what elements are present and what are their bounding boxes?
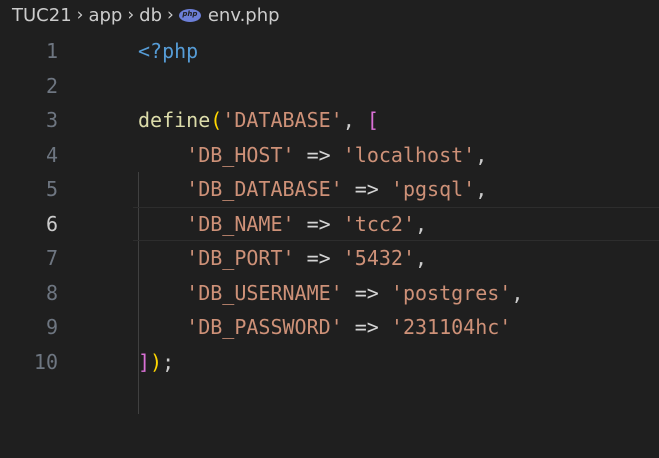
line-content: 'DB_PASSWORD' => '231104hc' [186,315,512,339]
code-line[interactable]: 5 'DB_DATABASE' => 'pgsql', [0,172,659,207]
array-key: 'DB_DATABASE' [186,177,343,201]
string-token: 'DATABASE' [222,108,343,132]
line-content: 'DB_HOST' => 'localhost', [186,142,488,167]
line-content: <?php [138,34,198,69]
line-content: 'DB_PORT' => '5432', [186,246,428,270]
code-line[interactable]: 7 'DB_PORT' => '5432', [0,241,659,276]
array-key: 'DB_PORT' [186,246,295,270]
code-line[interactable]: 2 [0,69,659,104]
code-editor[interactable]: TUC21 › app › db › env.php 1 <?php 2 3 d… [0,0,659,458]
array-value: 'localhost' [342,142,476,167]
function-name: define [138,108,211,132]
line-number: 6 [45,211,58,236]
array-value: 'tcc2' [342,211,415,236]
array-value: 'postgres' [390,280,512,305]
breadcrumb-item-db[interactable]: db [139,5,162,26]
line-content: ]); [138,349,175,374]
breadcrumb-item-app[interactable]: app [88,5,122,26]
breadcrumb-separator: › [76,5,84,25]
array-key: 'DB_NAME' [186,211,295,236]
breadcrumb: TUC21 › app › db › env.php [0,0,659,30]
code-line[interactable]: 8 'DB_USERNAME' => 'postgres', [0,276,659,311]
code-line[interactable]: 4 'DB_HOST' => 'localhost', [0,138,659,173]
line-number: 7 [45,246,58,270]
line-content: define('DATABASE', [ [138,108,379,132]
line-content: 'DB_NAME' => 'tcc2', [186,211,428,236]
line-number: 8 [45,280,58,305]
code-line[interactable]: 10 ]); [0,345,659,380]
line-number: 5 [45,177,58,201]
array-value: '231104hc' [390,315,512,339]
php-open-tag: <?php [138,39,199,63]
array-key: 'DB_HOST' [186,142,295,167]
line-number: 4 [45,142,58,167]
breadcrumb-separator: › [167,5,174,25]
line-number: 10 [33,349,58,374]
line-number: 2 [45,73,58,98]
array-value: '5432' [342,246,415,270]
line-content: 'DB_USERNAME' => 'postgres', [186,280,524,305]
line-number: 1 [45,39,58,63]
code-line[interactable]: 1 <?php [0,34,659,69]
array-key: 'DB_USERNAME' [186,280,343,305]
breadcrumb-item-project[interactable]: TUC21 [12,5,72,26]
line-number: 9 [45,315,58,339]
line-number: 3 [45,108,58,132]
breadcrumb-item-file[interactable]: env.php [208,5,280,26]
code-line[interactable]: 9 'DB_PASSWORD' => '231104hc' [0,310,659,345]
array-value: 'pgsql' [390,177,476,201]
code-line-current[interactable]: 6 'DB_NAME' => 'tcc2', [0,206,659,242]
breadcrumb-separator: › [127,5,135,25]
line-content: 'DB_DATABASE' => 'pgsql', [186,177,488,201]
code-area[interactable]: 1 <?php 2 3 define('DATABASE', [ 4 'DB_H… [0,34,659,379]
array-key: 'DB_PASSWORD' [186,315,343,339]
php-file-icon [178,8,201,22]
code-line[interactable]: 3 define('DATABASE', [ [0,103,659,138]
